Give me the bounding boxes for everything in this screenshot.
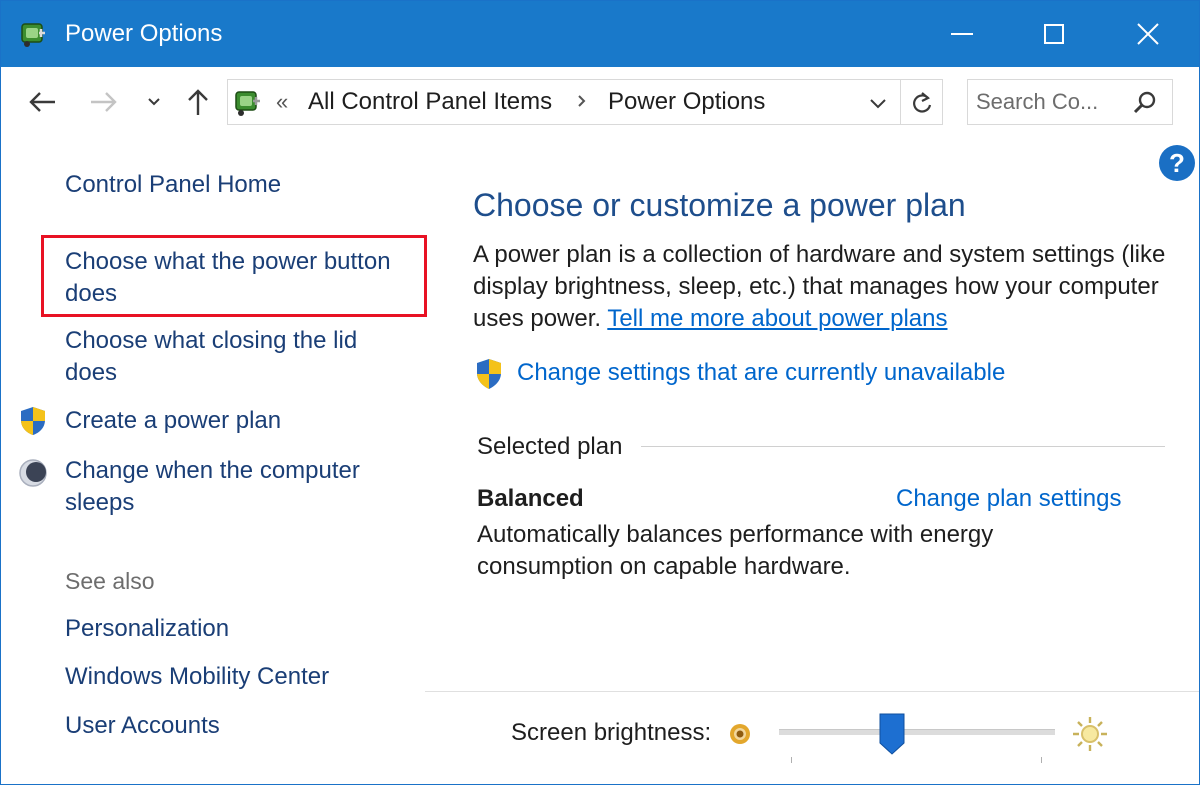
- back-button[interactable]: [23, 85, 61, 119]
- power-plans-info-link[interactable]: Tell me more about power plans: [607, 305, 947, 332]
- shield-icon: [21, 407, 45, 435]
- screen-brightness-label: Screen brightness:: [511, 719, 712, 746]
- forward-arrow-icon: [91, 92, 117, 112]
- user-accounts-link[interactable]: User Accounts: [65, 710, 220, 742]
- bottom-divider: [425, 691, 1199, 692]
- chevron-down-icon: [148, 98, 160, 106]
- help-button[interactable]: ?: [1159, 145, 1195, 181]
- control-panel-home-link[interactable]: Control Panel Home: [65, 169, 281, 201]
- search-icon[interactable]: [1132, 90, 1158, 116]
- plan-description-text: A power plan is a collection of hardware…: [473, 239, 1173, 335]
- see-also-label: See also: [65, 568, 155, 594]
- address-bar[interactable]: « All Control Panel Items Power Options: [227, 79, 943, 125]
- slider-tick: [791, 757, 792, 763]
- breadcrumb-all-control-panel-items[interactable]: All Control Panel Items: [308, 88, 552, 116]
- close-icon: [1137, 23, 1159, 45]
- power-options-icon: [235, 91, 260, 116]
- change-unavailable-settings-link[interactable]: Change settings that are currently unava…: [517, 357, 1005, 389]
- search-box[interactable]: [967, 79, 1173, 125]
- close-button[interactable]: [1101, 1, 1195, 67]
- slider-tick: [1041, 757, 1042, 763]
- personalization-link[interactable]: Personalization: [65, 613, 229, 645]
- computer-sleeps-link[interactable]: Change when the computer sleeps: [65, 455, 415, 519]
- page-title: Choose or customize a power plan: [473, 187, 966, 223]
- mobility-center-link[interactable]: Windows Mobility Center: [65, 661, 329, 693]
- section-divider: [641, 446, 1165, 447]
- recent-locations-button[interactable]: [143, 85, 165, 119]
- change-plan-settings-link[interactable]: Change plan settings: [896, 483, 1122, 515]
- slider-thumb[interactable]: [879, 713, 905, 755]
- minimize-button[interactable]: [915, 1, 1009, 67]
- breadcrumb-separator-icon[interactable]: [574, 91, 590, 111]
- title-bar: Power Options: [1, 1, 1199, 67]
- address-dropdown-button[interactable]: [864, 92, 892, 116]
- up-button[interactable]: [179, 85, 217, 119]
- breadcrumb-power-options[interactable]: Power Options: [608, 88, 765, 116]
- plan-name: Balanced: [477, 485, 584, 512]
- back-arrow-icon: [29, 92, 55, 112]
- shield-icon: [477, 359, 501, 389]
- chevron-down-icon: [870, 99, 886, 109]
- moon-sleep-icon: [19, 459, 47, 487]
- forward-button[interactable]: [85, 85, 123, 119]
- refresh-button[interactable]: [904, 86, 940, 120]
- dim-sun-icon: [730, 724, 750, 744]
- refresh-icon: [913, 92, 932, 113]
- up-arrow-icon: [188, 89, 208, 115]
- address-divider: [900, 80, 901, 124]
- brightness-slider[interactable]: [779, 713, 1055, 763]
- breadcrumb-overflow[interactable]: «: [276, 90, 288, 114]
- maximize-button[interactable]: [1007, 1, 1101, 67]
- create-power-plan-link[interactable]: Create a power plan: [65, 405, 281, 437]
- closing-lid-link[interactable]: Choose what closing the lid does: [65, 325, 415, 389]
- slider-track[interactable]: [779, 729, 1055, 735]
- power-options-icon: [21, 23, 45, 47]
- bright-sun-icon: [1073, 717, 1107, 751]
- power-options-window: Power Options « All Control Panel Items …: [0, 0, 1200, 785]
- maximize-icon: [1044, 24, 1064, 44]
- window-title: Power Options: [65, 20, 223, 47]
- selected-plan-label: Selected plan: [477, 433, 623, 460]
- minimize-icon: [951, 33, 973, 35]
- plan-summary: Automatically balances performance with …: [477, 521, 994, 580]
- power-button-link[interactable]: Choose what the power button does: [65, 246, 415, 310]
- search-input[interactable]: [976, 88, 1126, 116]
